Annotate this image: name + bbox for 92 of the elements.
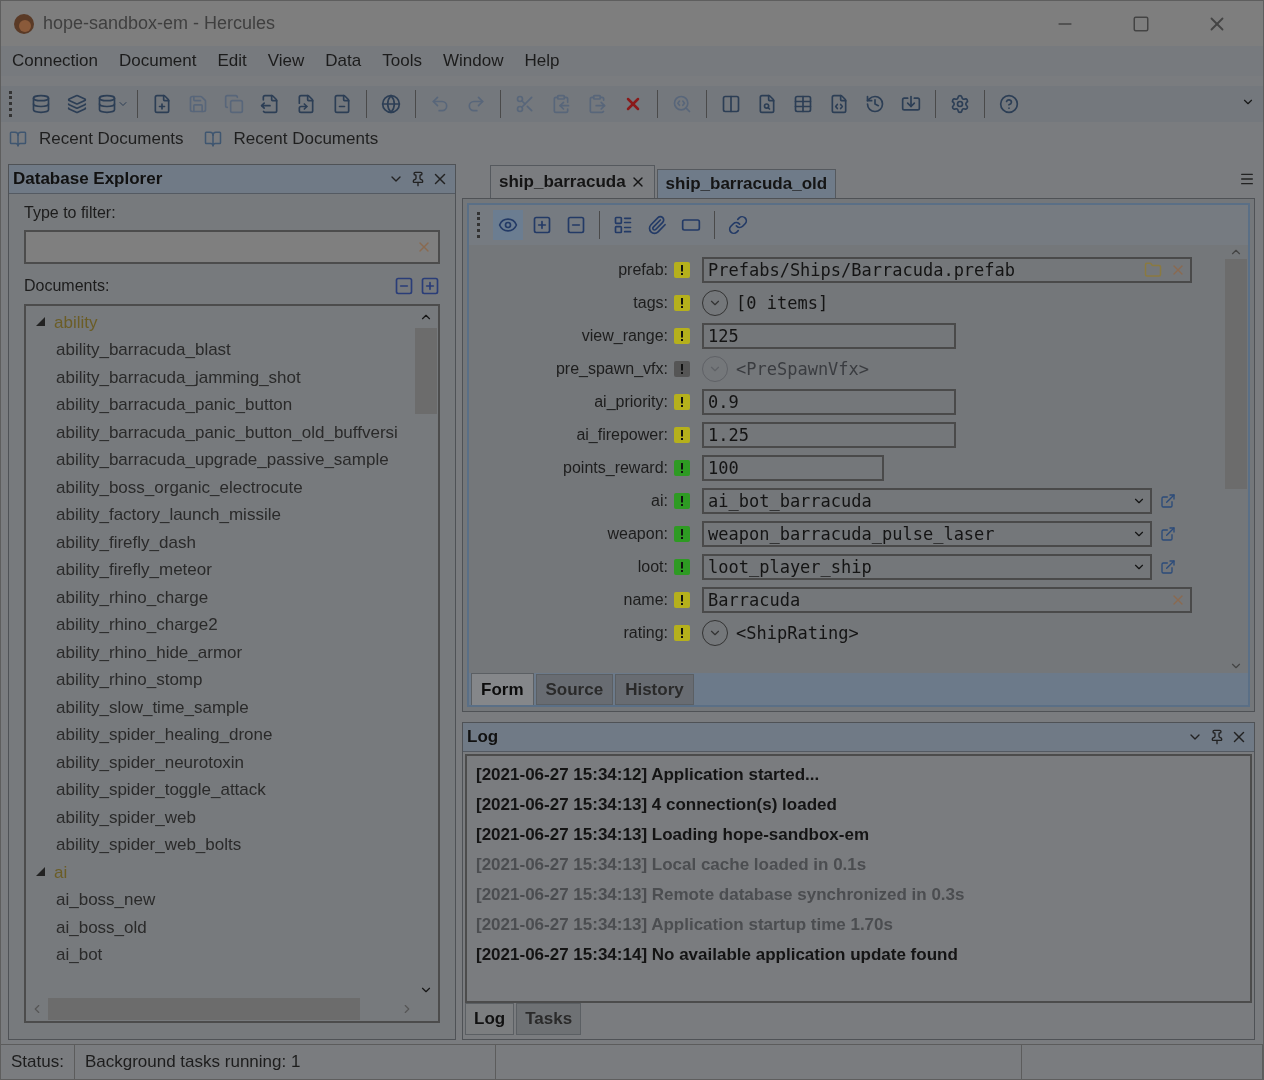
collapse-all-icon[interactable] [394, 276, 414, 296]
menu-item[interactable]: Document [112, 51, 204, 71]
menu-item[interactable]: Edit [210, 51, 254, 71]
window-title: hope-sandbox-em - Hercules [43, 13, 277, 34]
tree-item[interactable]: ability_spider_web_bolts [36, 835, 242, 856]
value-field[interactable]: 100 [702, 454, 884, 481]
expand-all-icon[interactable] [420, 276, 440, 296]
menu-item[interactable]: Data [318, 51, 369, 71]
field-label: weapon: [606, 524, 669, 543]
panel-tab[interactable]: Tasks [516, 1003, 582, 1035]
tree-item[interactable]: ability_spider_toggle_attack [36, 780, 266, 801]
value-field[interactable]: 125 [702, 322, 956, 349]
document-tab[interactable]: ship_barracuda [490, 165, 655, 198]
app-logo-icon [13, 12, 35, 35]
tree-item[interactable]: ai_bot [36, 945, 103, 966]
value-field[interactable]: 0.9 [702, 388, 956, 415]
reference-dropdown[interactable]: weapon_barracuda_pulse_laser [702, 520, 1152, 547]
scroll-thumb[interactable] [1225, 259, 1247, 489]
tree-item[interactable]: ai_boss_new [36, 890, 156, 911]
open-link-icon[interactable] [1160, 492, 1176, 509]
log-line: [2021-06-27 15:34:14] No available application update found [476, 944, 959, 966]
text-field[interactable]: Barracuda [702, 586, 1192, 613]
pin-icon[interactable] [1209, 729, 1225, 745]
scroll-thumb[interactable] [48, 998, 360, 1020]
field-label: ai_priority: [593, 392, 669, 411]
field-label: view_range: [580, 326, 669, 345]
reference-dropdown[interactable]: ai_bot_barracuda [702, 487, 1152, 514]
reference-dropdown[interactable]: loot_player_ship [702, 553, 1152, 580]
open-link-icon[interactable] [1160, 525, 1176, 542]
tree-item[interactable]: ability_rhino_charge [36, 587, 209, 608]
panel-title: Log [467, 727, 500, 747]
eye-icon[interactable] [493, 210, 523, 240]
panel-title: Database Explorer [13, 169, 164, 189]
recent-documents-link[interactable]: Recent Documents [233, 129, 379, 149]
tree-item[interactable]: ability_rhino_hide_armor [36, 642, 243, 663]
tree-item[interactable]: ability_rhino_charge2 [36, 615, 218, 636]
status-label: Status: [1, 1045, 75, 1079]
object-value: [0 items] [736, 292, 829, 313]
tree-item[interactable]: ability_firefly_meteor [36, 560, 212, 581]
expander-icon[interactable] [36, 867, 45, 877]
tree-item[interactable]: ability_slow_time_sample [36, 697, 249, 718]
field-label: loot: [636, 557, 669, 576]
tree-item[interactable]: ability_barracuda_upgrade_passive_sample [36, 450, 389, 471]
menu-item[interactable]: Help [517, 51, 567, 71]
menu-item[interactable]: View [260, 51, 312, 71]
field-label: ai: [650, 491, 669, 510]
book-icon [203, 130, 222, 148]
pin-icon[interactable] [410, 171, 426, 187]
documents-label: Documents: [24, 277, 110, 295]
log-line: [2021-06-27 15:34:12] Application started... [476, 764, 821, 786]
tree-item[interactable]: ability_spider_web [36, 807, 196, 828]
log-line: [2021-06-27 15:34:13] Loading hope-sandbox-em [476, 824, 870, 846]
tree-item[interactable]: ability_barracuda_panic_button [36, 395, 293, 416]
panel-tab[interactable]: Log [465, 1003, 515, 1035]
menu-item[interactable]: Window [435, 51, 511, 71]
object-value: <PreSpawnVfx> [736, 358, 870, 379]
recent-documents-link[interactable]: Recent Documents [39, 129, 184, 149]
status-text: Background tasks running: 1 [74, 1045, 496, 1079]
open-link-icon[interactable] [1160, 558, 1176, 575]
tree-item[interactable]: ai_boss_old [36, 917, 147, 938]
tree-item[interactable]: ability_barracuda_panic_button_old_buffversi [36, 422, 398, 443]
expander-icon[interactable] [36, 317, 45, 327]
view-tab[interactable]: Source [535, 674, 614, 705]
maximize-icon[interactable] [1132, 14, 1150, 33]
tree-item[interactable]: ability_firefly_dash [36, 532, 196, 553]
field-label: points_reward: [562, 458, 669, 477]
tab-menu-icon[interactable] [1239, 171, 1255, 187]
tree-item[interactable]: ability_barracuda_jamming_shot [36, 367, 301, 388]
view-tab[interactable]: History [615, 674, 694, 705]
tree-item[interactable]: ability_rhino_stomp [36, 670, 203, 691]
menu-item[interactable]: Tools [375, 51, 429, 71]
filter-field[interactable] [24, 230, 440, 264]
field-label: rating: [622, 623, 669, 642]
field-label: name: [622, 590, 669, 609]
tree-item[interactable]: ability_spider_neurotoxin [36, 752, 245, 773]
tree-item[interactable]: ability_boss_organic_electrocute [36, 477, 303, 498]
menu-item[interactable]: Connection [5, 51, 105, 71]
value-field[interactable]: 1.25 [702, 421, 956, 448]
tree-item[interactable]: ability_barracuda_blast [36, 340, 231, 361]
field-label: tags: [632, 293, 669, 312]
view-tab[interactable]: Form [471, 673, 534, 705]
log-line: [2021-06-27 15:34:13] 4 connection(s) loaded [476, 794, 838, 816]
book-icon [9, 130, 27, 148]
field-label: ai_firepower: [575, 425, 669, 444]
field-label: prefab: [617, 260, 669, 279]
filter-label: Type to filter: [24, 204, 117, 222]
tree-item[interactable]: ability_factory_launch_missile [36, 505, 281, 526]
tree-item[interactable]: ability_spider_healing_drone [36, 725, 273, 746]
scroll-thumb[interactable] [415, 328, 437, 414]
document-tab[interactable]: ship_barracuda_old [656, 169, 837, 198]
object-value: <ShipRating> [736, 622, 859, 643]
field-label: pre_spawn_vfx: [554, 359, 669, 378]
